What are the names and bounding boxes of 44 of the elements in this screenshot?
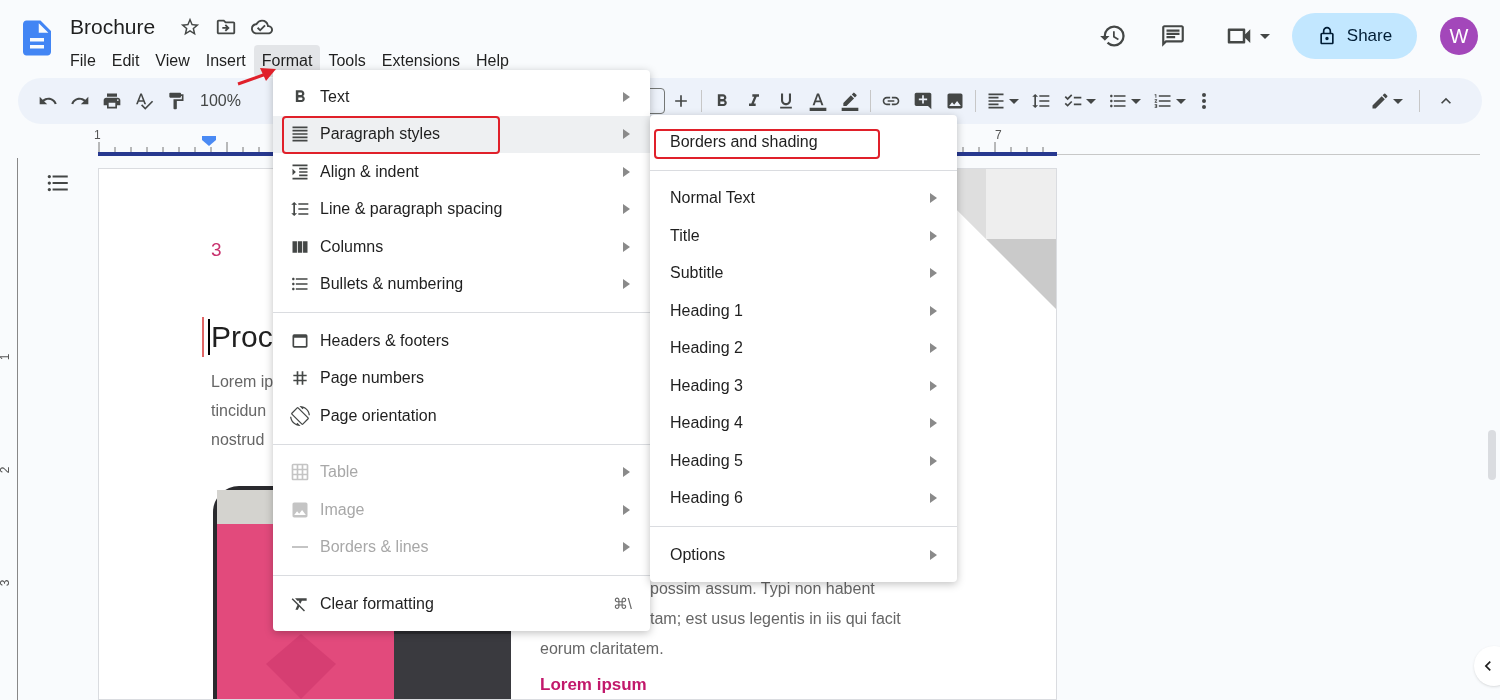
- menu-item[interactable]: Line & paragraph spacing: [273, 190, 650, 228]
- menu-item[interactable]: Edit: [103, 44, 148, 77]
- menu-item[interactable]: Heading 3: [650, 367, 957, 405]
- ruler-label: 7: [995, 127, 1002, 144]
- menu-item[interactable]: Align & indent: [273, 153, 650, 191]
- heading: Proc: [211, 319, 273, 355]
- menu-item[interactable]: Page orientation: [273, 397, 650, 435]
- menu-item[interactable]: Paragraph styles: [273, 115, 650, 153]
- document-title[interactable]: Brochure: [70, 11, 156, 43]
- menu-item[interactable]: Heading 1: [650, 292, 957, 330]
- menu-item[interactable]: Normal Text: [650, 179, 957, 217]
- menu-item[interactable]: Heading 5: [650, 442, 957, 480]
- body-text: tam; est usus legentis in iis qui facit: [650, 609, 901, 629]
- menu-item[interactable]: Insert: [197, 44, 254, 77]
- body-text: nostrud: [211, 430, 265, 450]
- menu-item[interactable]: Options: [650, 536, 957, 574]
- menu-item[interactable]: View: [147, 44, 198, 77]
- shortcut: ⌘\: [612, 593, 632, 614]
- ruler-label: 1: [94, 127, 101, 144]
- menu-item[interactable]: Heading 4: [650, 404, 957, 442]
- body-text: possim assum. Typi non habent: [650, 579, 875, 599]
- menu-item[interactable]: Text: [273, 78, 650, 116]
- page-number: 3: [211, 239, 222, 261]
- menu-item[interactable]: Page numbers: [273, 359, 650, 397]
- menu-item[interactable]: Columns: [273, 228, 650, 266]
- body-text: tincidun: [211, 401, 267, 421]
- menu-item[interactable]: Subtitle: [650, 254, 957, 292]
- menu-item[interactable]: Heading 2: [650, 329, 957, 367]
- share-button[interactable]: Share: [1292, 13, 1417, 59]
- menu-item[interactable]: File: [62, 44, 104, 77]
- subheading: Lorem ipsum: [540, 674, 647, 696]
- menu-item[interactable]: Bullets & numbering: [273, 265, 650, 303]
- menu-item[interactable]: Headers & footers: [273, 322, 650, 360]
- body-text: eorum claritatem.: [540, 639, 664, 659]
- ruler-label: 2: [0, 466, 14, 474]
- menu-item[interactable]: Title: [650, 217, 957, 255]
- ruler-label: 1: [0, 353, 14, 361]
- menu-item[interactable]: Borders and shading: [650, 123, 957, 161]
- zoom-select[interactable]: 100%: [200, 89, 241, 113]
- body-text: Lorem ip: [211, 372, 274, 392]
- avatar[interactable]: W: [1440, 17, 1478, 55]
- menu-item[interactable]: Clear formatting ⌘\: [273, 585, 650, 623]
- ruler-label: 3: [0, 579, 14, 587]
- menu-item[interactable]: Heading 6: [650, 479, 957, 517]
